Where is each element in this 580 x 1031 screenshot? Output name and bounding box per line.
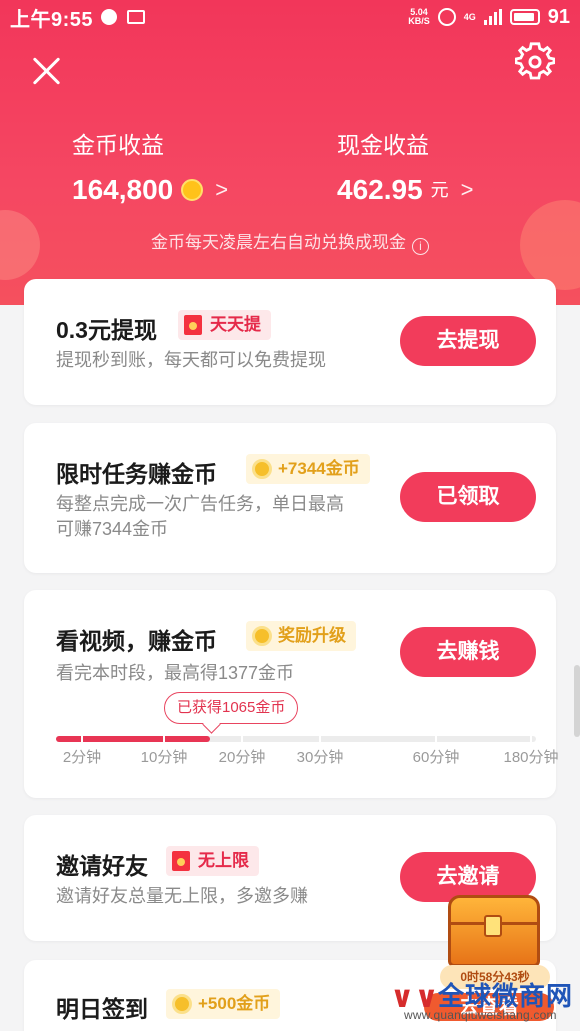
cash-earnings[interactable]: 现金收益 462.95 元 >: [337, 130, 474, 212]
limited-task-card: 限时任务赚金币 +7344金币 每整点完成一次广告任务，单日最高 可赚7344金…: [24, 423, 556, 573]
claimed-button[interactable]: 已领取: [400, 472, 536, 522]
progress-tick-mark: [81, 736, 83, 742]
info-icon[interactable]: i: [412, 238, 429, 255]
network-type: 4G: [463, 11, 476, 22]
cash-unit: 元: [430, 180, 449, 200]
checkin-tag-label: +500金币: [198, 994, 271, 1013]
battery-level: 91: [547, 5, 570, 28]
limited-task-title: 限时任务赚金币: [56, 461, 217, 487]
invite-title: 邀请好友: [56, 853, 148, 879]
close-icon[interactable]: [30, 55, 62, 87]
invite-tag-label: 无上限: [198, 851, 249, 870]
network-speed: 5.04 KB/S: [408, 8, 430, 26]
coin-icon: [172, 994, 192, 1014]
limited-task-subtitle-2: 可赚7344金币: [56, 519, 169, 539]
speed-unit: KB/S: [408, 16, 430, 26]
scrollbar[interactable]: [574, 665, 580, 737]
chevron-right-icon: >: [215, 177, 229, 202]
limited-task-subtitle-1: 每整点完成一次广告任务，单日最高: [56, 494, 344, 514]
video-tag-label: 奖励升级: [278, 626, 346, 645]
invite-subtitle: 邀请好友总量无上限，多邀多赚: [56, 886, 308, 906]
video-progress-bar: [56, 736, 536, 742]
limited-task-tag: +7344金币: [246, 454, 370, 484]
video-progress-fill: [56, 736, 210, 742]
notification-icon: [101, 9, 118, 25]
alarm-icon: [437, 8, 456, 26]
status-bar: 上午9:55 5.04 KB/S 4G 91: [0, 0, 580, 34]
checkin-title: 明日签到: [56, 996, 148, 1022]
limited-task-tag-label: +7344金币: [278, 459, 360, 478]
cash-earnings-value: 462.95: [337, 174, 423, 205]
coin-earnings[interactable]: 金币收益 164,800 >: [72, 130, 228, 212]
withdraw-tag: 天天提: [178, 310, 271, 340]
progress-tick-label: 20分钟: [218, 749, 266, 766]
progress-tick-label: 2分钟: [62, 749, 102, 766]
earn-money-button[interactable]: 去赚钱: [400, 627, 536, 677]
red-envelope-icon: [184, 315, 202, 335]
progress-tick-mark: [530, 736, 532, 742]
watermark-url: www.quanqiuweishang.com: [404, 1008, 557, 1022]
progress-tick-label: 60分钟: [412, 749, 460, 766]
gear-icon[interactable]: [515, 42, 555, 82]
coin-icon: [252, 459, 272, 479]
earned-bubble: 已获得1065金币: [164, 692, 299, 724]
withdraw-card: 0.3元提现 天天提 提现秒到账，每天都可以免费提现 去提现: [24, 279, 556, 405]
chevron-right-icon: >: [460, 177, 474, 202]
signal-icon: [483, 9, 502, 25]
progress-tick-mark: [241, 736, 243, 742]
watermark: ∨∨ 全球微商网 www.quanqiuweishang.com: [390, 976, 580, 1031]
red-envelope-icon: [172, 851, 190, 871]
progress-tick-mark: [319, 736, 321, 742]
invite-tag: 无上限: [166, 846, 259, 876]
status-time: 上午9:55: [10, 8, 94, 31]
withdraw-subtitle: 提现秒到账，每天都可以免费提现: [56, 350, 326, 370]
video-title: 看视频，赚金币: [56, 628, 217, 654]
video-card: 看视频，赚金币 奖励升级 看完本时段，最高得1377金币 去赚钱 已获得1065…: [24, 590, 559, 798]
checkin-tag: +500金币: [166, 989, 281, 1019]
withdraw-button[interactable]: 去提现: [400, 316, 536, 366]
battery-icon: [509, 9, 540, 25]
coin-icon: [181, 179, 204, 201]
progress-tick-label: 10分钟: [140, 749, 188, 766]
video-subtitle: 看完本时段，最高得1377金币: [56, 663, 295, 683]
progress-tick-mark: [163, 736, 165, 742]
coin-earnings-label: 金币收益: [72, 132, 164, 158]
exchange-note: 金币每天凌晨左右自动兑换成现金 i: [0, 228, 580, 255]
progress-tick-label: 180分钟: [503, 749, 559, 766]
withdraw-title: 0.3元提现: [56, 317, 157, 343]
video-tag: 奖励升级: [246, 621, 356, 651]
coin-icon: [252, 626, 272, 646]
progress-tick-mark: [435, 736, 437, 742]
withdraw-tag-label: 天天提: [210, 315, 261, 334]
image-icon: [127, 10, 146, 24]
chest-lock: [484, 915, 502, 937]
progress-tick-label: 30分钟: [296, 749, 344, 766]
exchange-note-text: 金币每天凌晨左右自动兑换成现金: [151, 233, 406, 252]
cash-earnings-label: 现金收益: [337, 132, 429, 158]
coin-earnings-value: 164,800: [72, 174, 174, 205]
